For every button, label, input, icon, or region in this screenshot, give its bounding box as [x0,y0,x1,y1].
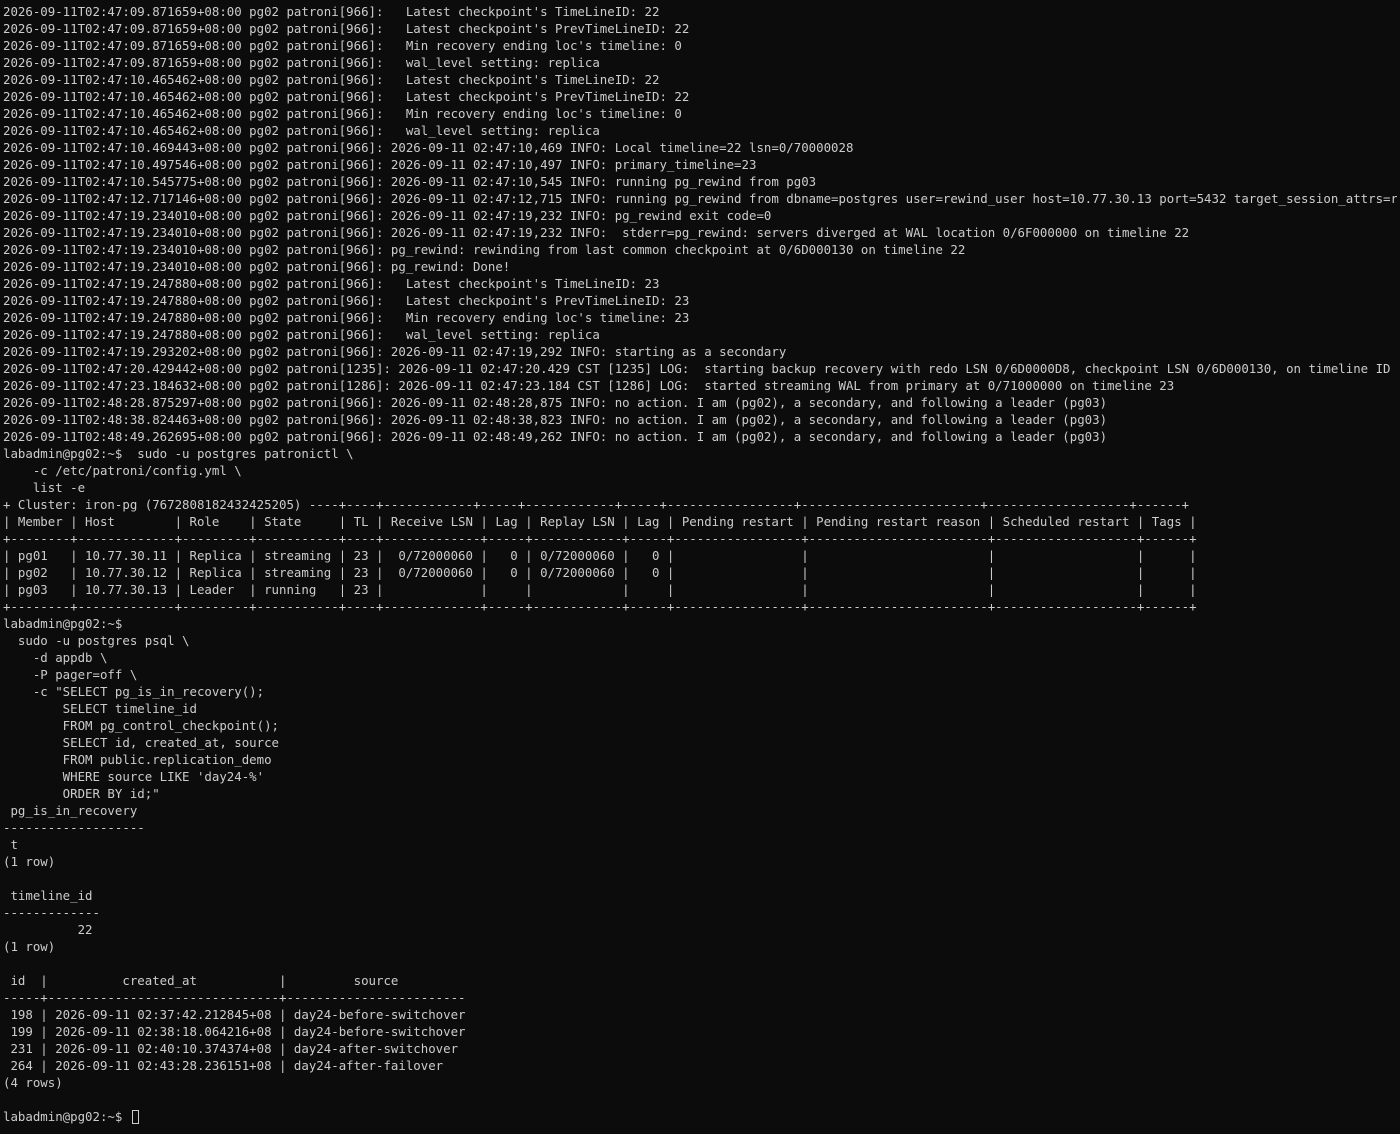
terminal-line: -----+-------------------------------+--… [3,990,466,1005]
terminal-line: (1 row) [3,939,56,954]
terminal-line: 2026-09-11T02:47:19.247880+08:00 pg02 pa… [3,276,660,291]
terminal-line: 22 [3,922,93,937]
terminal-line: 2026-09-11T02:47:10.497546+08:00 pg02 pa… [3,157,757,172]
terminal-output: 2026-09-11T02:47:09.871659+08:00 pg02 pa… [3,3,1397,1108]
terminal-line: | pg02 | 10.77.30.12 | Replica | streami… [3,565,1197,580]
terminal-line: 2026-09-11T02:47:09.871659+08:00 pg02 pa… [3,55,600,70]
shell-prompt: labadmin@pg02:~$ [3,1109,123,1124]
terminal-line: | pg03 | 10.77.30.13 | Leader | running … [3,582,1197,597]
terminal-line: 198 | 2026-09-11 02:37:42.212845+08 | da… [3,1007,466,1022]
terminal-line: FROM pg_control_checkpoint(); [3,718,280,733]
terminal-line: 2026-09-11T02:47:19.247880+08:00 pg02 pa… [3,327,600,342]
terminal-cursor [131,1110,139,1124]
terminal-line: 2026-09-11T02:47:10.465462+08:00 pg02 pa… [3,106,682,121]
terminal-line: | pg01 | 10.77.30.11 | Replica | streami… [3,548,1197,563]
terminal-line: 2026-09-11T02:47:10.469443+08:00 pg02 pa… [3,140,854,155]
terminal-line: 2026-09-11T02:47:10.465462+08:00 pg02 pa… [3,123,600,138]
terminal-line: labadmin@pg02:~$ [3,616,123,631]
terminal-line: labadmin@pg02:~$ sudo -u postgres patron… [3,446,354,461]
terminal-line: 2026-09-11T02:47:19.247880+08:00 pg02 pa… [3,310,690,325]
terminal-line: 2026-09-11T02:48:38.824463+08:00 pg02 pa… [3,412,1108,427]
terminal-line: 2026-09-11T02:47:12.717146+08:00 pg02 pa… [3,191,1397,206]
terminal-line: 2026-09-11T02:47:09.871659+08:00 pg02 pa… [3,38,682,53]
terminal-line: 231 | 2026-09-11 02:40:10.374374+08 | da… [3,1041,459,1056]
terminal-window[interactable]: 2026-09-11T02:47:09.871659+08:00 pg02 pa… [3,3,1397,1131]
terminal-line: 2026-09-11T02:48:49.262695+08:00 pg02 pa… [3,429,1108,444]
terminal-line: SELECT id, created_at, source [3,735,280,750]
terminal-line: 2026-09-11T02:47:19.293202+08:00 pg02 pa… [3,344,787,359]
terminal-line: ORDER BY id;" [3,786,160,801]
terminal-line: -c /etc/patroni/config.yml \ [3,463,242,478]
terminal-line: 2026-09-11T02:47:19.234010+08:00 pg02 pa… [3,208,772,223]
terminal-line: 2026-09-11T02:47:23.184632+08:00 pg02 pa… [3,378,1175,393]
terminal-line: 199 | 2026-09-11 02:38:18.064216+08 | da… [3,1024,466,1039]
terminal-line: ------------------- [3,820,145,835]
terminal-line: WHERE source LIKE 'day24-%' [3,769,265,784]
terminal-line: ------------- [3,905,100,920]
terminal-line: 264 | 2026-09-11 02:43:28.236151+08 | da… [3,1058,444,1073]
terminal-line: -d appdb \ [3,650,108,665]
terminal-line: -P pager=off \ [3,667,138,682]
terminal-line: +--------+-------------+---------+------… [3,599,1197,614]
terminal-line: (4 rows) [3,1075,63,1090]
terminal-line: 2026-09-11T02:47:09.871659+08:00 pg02 pa… [3,21,690,36]
terminal-line: sudo -u postgres psql \ [3,633,190,648]
terminal-line: 2026-09-11T02:47:10.465462+08:00 pg02 pa… [3,72,660,87]
terminal-line: pg_is_in_recovery [3,803,138,818]
terminal-line: SELECT timeline_id [3,701,197,716]
terminal-line: FROM public.replication_demo [3,752,272,767]
terminal-line: 2026-09-11T02:48:28.875297+08:00 pg02 pa… [3,395,1108,410]
terminal-line: 2026-09-11T02:47:20.429442+08:00 pg02 pa… [3,361,1397,376]
command-prompt-line[interactable]: labadmin@pg02:~$ [3,1108,1397,1125]
terminal-line: 2026-09-11T02:47:19.234010+08:00 pg02 pa… [3,242,966,257]
terminal-line: 2026-09-11T02:47:19.247880+08:00 pg02 pa… [3,293,690,308]
terminal-line: | Member | Host | Role | State | TL | Re… [3,514,1197,529]
terminal-line: 2026-09-11T02:47:09.871659+08:00 pg02 pa… [3,4,660,19]
terminal-line: +--------+-------------+---------+------… [3,531,1197,546]
terminal-line: id | created_at | source [3,973,399,988]
terminal-line: timeline_id [3,888,93,903]
terminal-line: -c "SELECT pg_is_in_recovery(); [3,684,265,699]
terminal-line: 2026-09-11T02:47:10.545775+08:00 pg02 pa… [3,174,817,189]
terminal-line: t [3,837,18,852]
terminal-line: (1 row) [3,854,56,869]
terminal-line: + Cluster: iron-pg (7672808182432425205)… [3,497,1190,512]
terminal-line: 2026-09-11T02:47:19.234010+08:00 pg02 pa… [3,225,1190,240]
terminal-line: 2026-09-11T02:47:10.465462+08:00 pg02 pa… [3,89,690,104]
terminal-line: 2026-09-11T02:47:19.234010+08:00 pg02 pa… [3,259,511,274]
terminal-line: list -e [3,480,86,495]
